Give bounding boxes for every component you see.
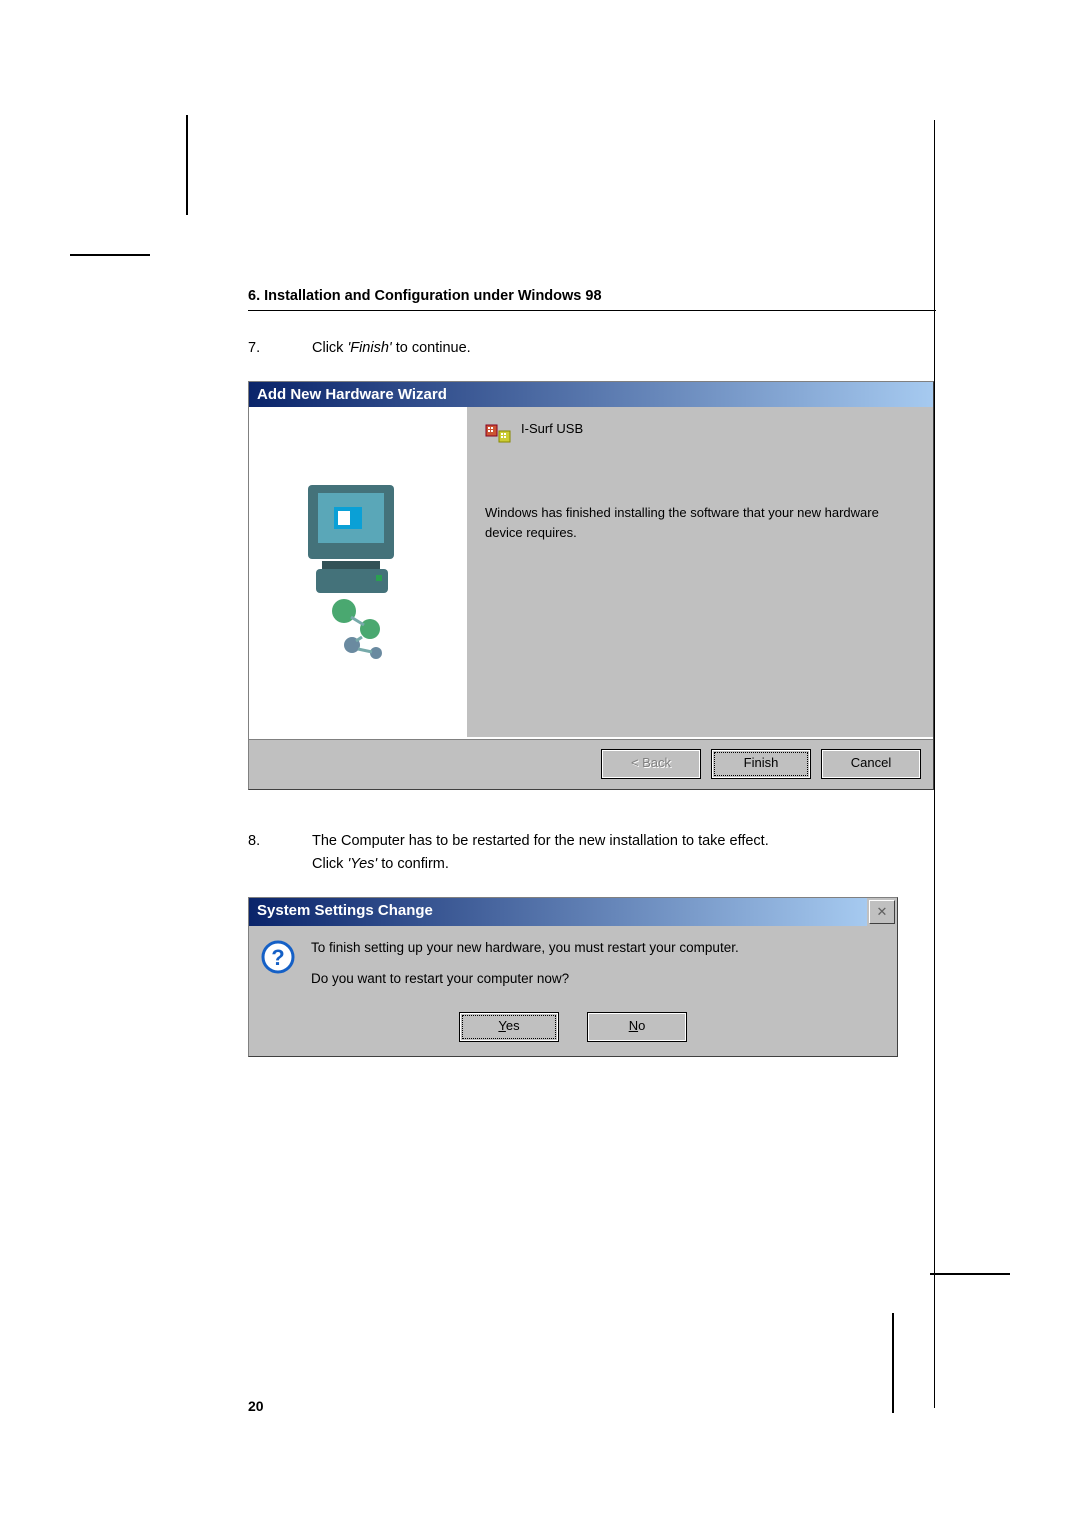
crop-mark bbox=[930, 1273, 1010, 1275]
cancel-button[interactable]: Cancel bbox=[821, 749, 921, 779]
mnemonic: Y bbox=[498, 1018, 505, 1033]
step-number: 8. bbox=[248, 830, 312, 875]
text: to confirm. bbox=[377, 856, 449, 872]
text: to continue. bbox=[392, 340, 471, 356]
emphasis: 'Finish' bbox=[347, 340, 391, 356]
emphasis: 'Yes' bbox=[347, 856, 377, 872]
text: Click bbox=[312, 340, 347, 356]
wizard-body: I-Surf USB Windows has finished installi… bbox=[467, 407, 933, 737]
device-name: I-Surf USB bbox=[521, 421, 583, 436]
step-text: Click 'Finish' to continue. bbox=[312, 337, 936, 359]
svg-text:?: ? bbox=[271, 945, 284, 970]
device-icon bbox=[485, 421, 511, 447]
text: Click bbox=[312, 856, 347, 872]
crop-mark bbox=[70, 254, 150, 256]
text: es bbox=[506, 1018, 520, 1033]
dialog-button-bar: Yes No bbox=[249, 1008, 897, 1056]
no-button[interactable]: No bbox=[587, 1012, 687, 1042]
crop-mark bbox=[892, 1313, 894, 1413]
text: o bbox=[638, 1018, 645, 1033]
dialog-text: To finish setting up your new hardware, … bbox=[311, 940, 739, 1002]
text: The Computer has to be restarted for the… bbox=[312, 833, 769, 849]
question-icon: ? bbox=[261, 940, 295, 974]
computer-icon bbox=[288, 477, 428, 667]
wizard-artwork bbox=[249, 407, 467, 737]
step-text: The Computer has to be restarted for the… bbox=[312, 830, 936, 875]
page-content: 6. Installation and Configuration under … bbox=[248, 288, 936, 1057]
close-button[interactable]: ✕ bbox=[869, 900, 895, 924]
page-number: 20 bbox=[248, 1398, 264, 1414]
document-page: 6. Installation and Configuration under … bbox=[0, 0, 1080, 1528]
dialog-title: System Settings Change bbox=[249, 898, 867, 926]
step-8: 8. The Computer has to be restarted for … bbox=[248, 830, 936, 875]
mnemonic: N bbox=[629, 1018, 638, 1033]
text: To finish setting up your new hardware, … bbox=[311, 940, 739, 955]
wizard-message: Windows has finished installing the soft… bbox=[485, 503, 915, 542]
finish-button[interactable]: Finish bbox=[711, 749, 811, 779]
yes-button[interactable]: Yes bbox=[459, 1012, 559, 1042]
add-hardware-wizard-dialog: Add New Hardware Wizard bbox=[248, 381, 934, 790]
close-icon: ✕ bbox=[877, 904, 888, 920]
dialog-title: Add New Hardware Wizard bbox=[249, 382, 933, 407]
back-button: < Back bbox=[601, 749, 701, 779]
text: Do you want to restart your computer now… bbox=[311, 971, 739, 986]
section-heading: 6. Installation and Configuration under … bbox=[248, 288, 936, 311]
crop-mark bbox=[186, 115, 188, 215]
step-7: 7. Click 'Finish' to continue. bbox=[248, 337, 936, 359]
wizard-button-bar: < Back Finish Cancel bbox=[249, 737, 933, 789]
step-number: 7. bbox=[248, 337, 312, 359]
system-settings-change-dialog: System Settings Change ✕ ? To finish set… bbox=[248, 897, 898, 1057]
